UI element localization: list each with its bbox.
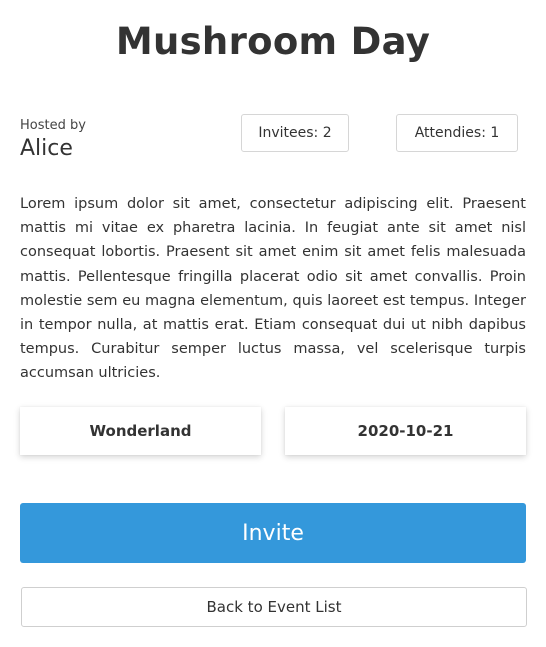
invitees-count-button[interactable]: Invitees: 2 (241, 114, 349, 152)
host-info: Hosted by Alice (20, 118, 86, 161)
attendies-count-button[interactable]: Attendies: 1 (396, 114, 518, 152)
event-description: Lorem ipsum dolor sit amet, consectetur … (20, 196, 526, 382)
host-name: Alice (20, 136, 73, 161)
invite-button[interactable]: Invite (20, 503, 526, 563)
hosted-by-label: Hosted by (20, 118, 86, 133)
back-to-event-list-button[interactable]: Back to Event List (21, 587, 527, 627)
location-text: Wonderland (89, 422, 192, 440)
date-text: 2020-10-21 (357, 422, 454, 440)
date-card: 2020-10-21 (285, 407, 526, 455)
event-title: Mushroom Day (115, 20, 431, 63)
location-card: Wonderland (20, 407, 261, 455)
